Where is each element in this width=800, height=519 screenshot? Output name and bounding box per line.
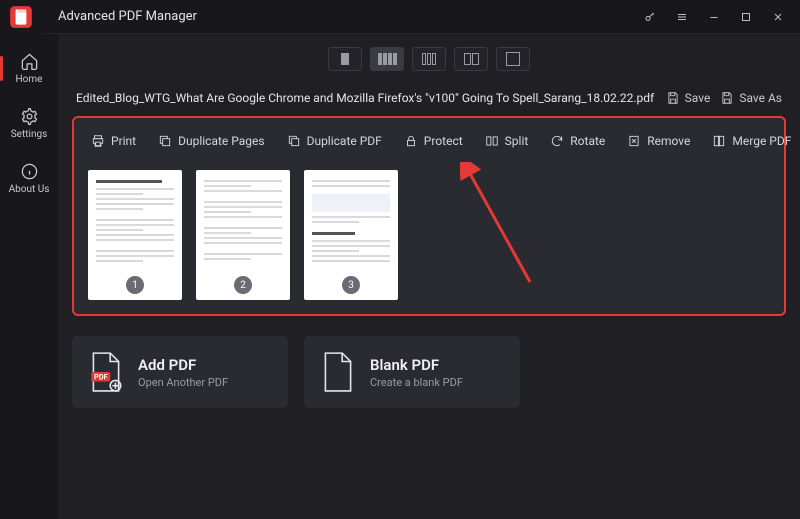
- page-number-badge: 2: [234, 276, 252, 294]
- action-panel: Print Duplicate Pages Duplicate PDF Prot…: [72, 116, 786, 316]
- remove-icon: [627, 134, 641, 148]
- add-pdf-card[interactable]: PDF Add PDF Open Another PDF: [72, 336, 288, 408]
- main-content: Edited_Blog_WTG_What Are Google Chrome a…: [58, 34, 800, 519]
- save-as-label: Save As: [739, 91, 782, 105]
- print-button[interactable]: Print: [82, 128, 145, 154]
- page-thumbnail[interactable]: 2: [196, 170, 290, 300]
- sidebar-item-settings[interactable]: Settings: [0, 107, 58, 140]
- sidebar-item-label: Settings: [11, 129, 48, 140]
- menu-icon[interactable]: [666, 3, 698, 31]
- save-icon: [666, 91, 680, 105]
- toolbar: Print Duplicate Pages Duplicate PDF Prot…: [82, 126, 776, 156]
- view-mode-row: [72, 34, 786, 84]
- page-thumbnail[interactable]: 3: [304, 170, 398, 300]
- page-number-badge: 3: [342, 276, 360, 294]
- sidebar-item-label: About Us: [9, 184, 50, 195]
- view-two[interactable]: [454, 47, 488, 71]
- duplicate-pages-button[interactable]: Duplicate Pages: [149, 128, 273, 154]
- window-controls: [634, 3, 794, 31]
- rotate-icon: [550, 134, 564, 148]
- view-three[interactable]: [412, 47, 446, 71]
- split-icon: [485, 134, 499, 148]
- sidebar-item-label: Home: [16, 74, 43, 85]
- card-title: Add PDF: [138, 356, 228, 374]
- save-label: Save: [685, 91, 711, 105]
- view-four[interactable]: [370, 47, 404, 71]
- copy-icon: [287, 134, 301, 148]
- blank-pdf-card[interactable]: Blank PDF Create a blank PDF: [304, 336, 520, 408]
- titlebar: Advanced PDF Manager: [0, 0, 800, 34]
- key-icon[interactable]: [634, 3, 666, 31]
- page-thumbnails: 1 2 3: [82, 170, 776, 300]
- duplicate-pdf-button[interactable]: Duplicate PDF: [278, 128, 391, 154]
- card-title: Blank PDF: [370, 356, 463, 374]
- save-button[interactable]: Save: [666, 91, 711, 105]
- maximize-button[interactable]: [730, 3, 762, 31]
- lock-icon: [404, 134, 418, 148]
- app-title: Advanced PDF Manager: [58, 9, 634, 24]
- app-logo: [0, 0, 42, 34]
- card-subtitle: Create a blank PDF: [370, 376, 463, 389]
- protect-button[interactable]: Protect: [395, 128, 472, 154]
- view-page[interactable]: [496, 47, 530, 71]
- sidebar-item-about[interactable]: About Us: [0, 162, 58, 195]
- blank-file-icon: [320, 350, 356, 394]
- merge-icon: [712, 134, 726, 148]
- minimize-button[interactable]: [698, 3, 730, 31]
- file-bar: Edited_Blog_WTG_What Are Google Chrome a…: [72, 84, 786, 112]
- merge-pdf-button[interactable]: Merge PDF: [703, 128, 800, 154]
- sidebar: Home Settings About Us: [0, 34, 58, 519]
- remove-button[interactable]: Remove: [618, 128, 699, 154]
- svg-text:PDF: PDF: [94, 372, 108, 381]
- save-as-button[interactable]: Save As: [720, 91, 782, 105]
- view-single[interactable]: [328, 47, 362, 71]
- print-icon: [91, 134, 105, 148]
- sidebar-item-home[interactable]: Home: [0, 52, 58, 85]
- copy-icon: [158, 134, 172, 148]
- card-subtitle: Open Another PDF: [138, 376, 228, 389]
- rotate-button[interactable]: Rotate: [541, 128, 614, 154]
- pdf-file-icon: PDF: [88, 350, 124, 394]
- page-thumbnail[interactable]: 1: [88, 170, 182, 300]
- split-button[interactable]: Split: [476, 128, 538, 154]
- action-cards: PDF Add PDF Open Another PDF Blank PDF C…: [72, 336, 786, 408]
- file-name: Edited_Blog_WTG_What Are Google Chrome a…: [76, 91, 656, 106]
- close-button[interactable]: [762, 3, 794, 31]
- page-number-badge: 1: [126, 276, 144, 294]
- save-as-icon: [720, 91, 734, 105]
